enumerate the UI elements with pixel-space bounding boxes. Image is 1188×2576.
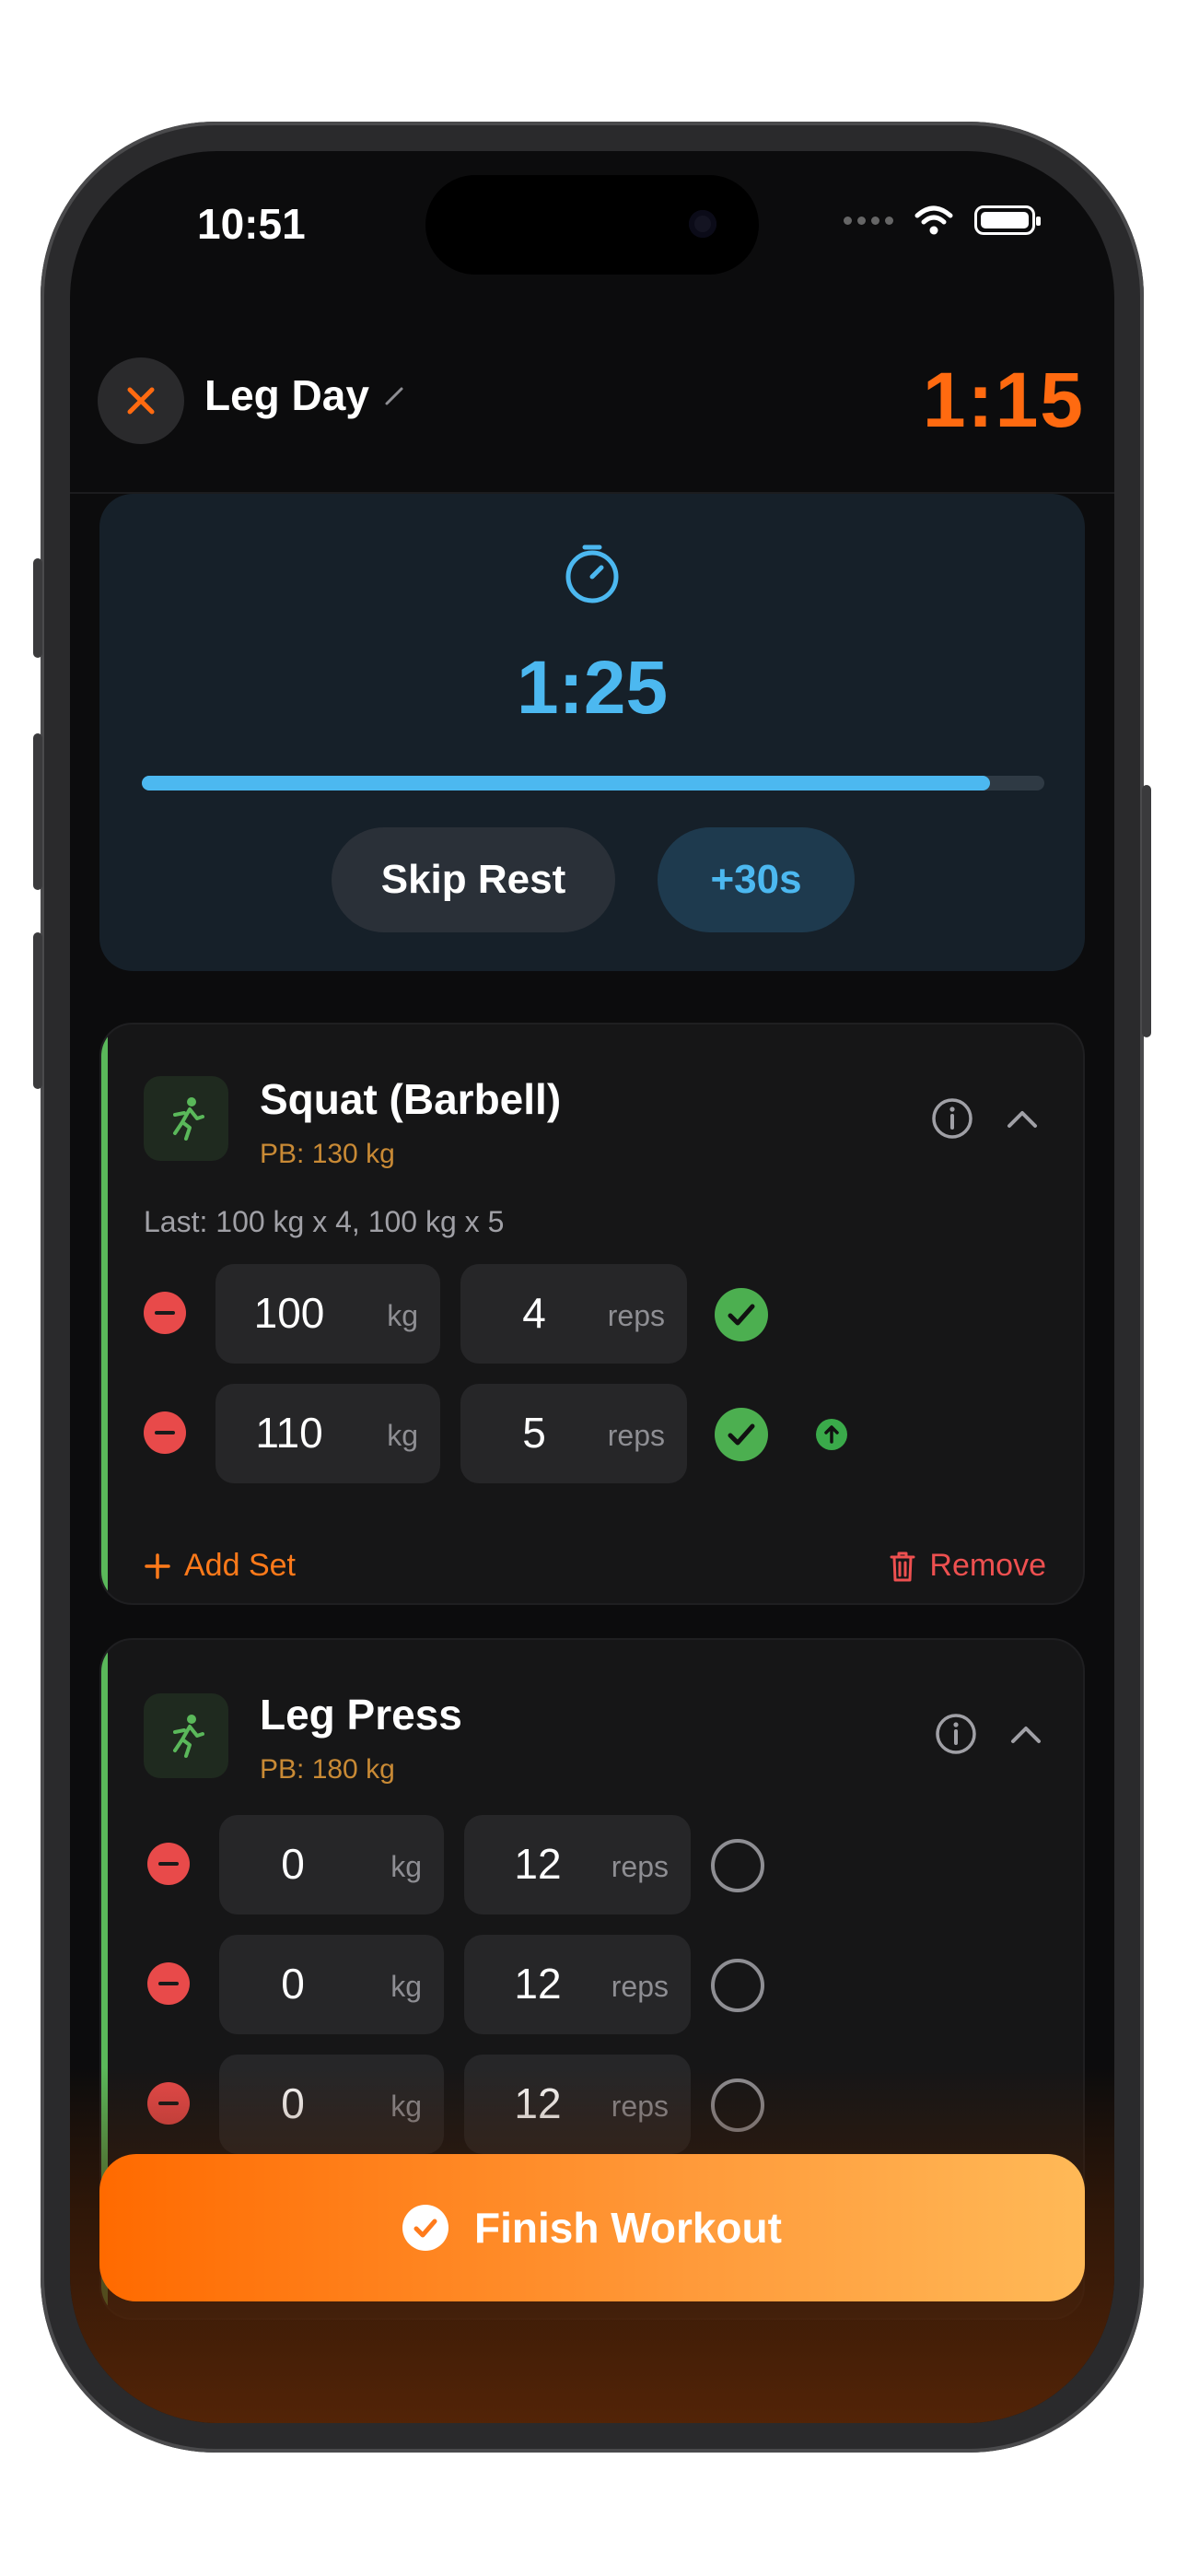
weight-input[interactable]: 110 kg [215, 1384, 440, 1483]
add-set-label: Add Set [184, 1548, 296, 1583]
action-button [33, 558, 42, 658]
set-row: 110 kg 5 reps [144, 1384, 1046, 1483]
finish-workout-label: Finish Workout [474, 2204, 782, 2252]
rest-timer-card: 1:25 Skip Rest +30s [99, 494, 1085, 971]
weight-unit: kg [387, 1419, 418, 1452]
weight-unit: kg [390, 1970, 422, 2003]
reps-input[interactable]: 4 reps [460, 1264, 687, 1364]
set-row: 0 kg 12 reps [147, 1815, 1050, 1914]
personal-record-badge [816, 1419, 847, 1450]
workout-title[interactable]: Leg Day [204, 370, 369, 420]
finish-workout-button[interactable]: Finish Workout [99, 2154, 1085, 2301]
reps-unit: reps [611, 1850, 669, 1883]
checkmark-icon [728, 1423, 755, 1446]
exercise-name: Leg Press [260, 1691, 462, 1739]
volume-up-button [33, 733, 42, 890]
skip-rest-button[interactable]: Skip Rest [332, 827, 615, 932]
chevron-up-icon[interactable] [1004, 1102, 1041, 1135]
app-screen: 10:51 Leg Day 1:15 1:25 Skip Rest +30s S… [70, 151, 1114, 2423]
plus-icon [145, 1552, 170, 1579]
add-set-button[interactable]: Add Set [144, 1548, 296, 1584]
remove-exercise-button[interactable]: Remove [889, 1548, 1046, 1584]
weight-input[interactable]: 0 kg [219, 1815, 444, 1914]
running-person-icon [173, 1715, 204, 1758]
timer-icon [565, 544, 619, 603]
close-button[interactable] [98, 357, 184, 444]
reps-input[interactable]: 12 reps [464, 1815, 691, 1914]
elapsed-timer: 1:15 [922, 357, 1085, 443]
set-complete-checkbox[interactable] [711, 1839, 764, 1892]
exercise-actions: Add Set Remove [144, 1540, 1046, 1596]
checkmark-icon [728, 1304, 755, 1326]
reps-input[interactable]: 5 reps [460, 1384, 687, 1483]
exercise-icon [144, 1693, 228, 1778]
set-row: 0 kg 12 reps [147, 1935, 1050, 2034]
reps-input[interactable]: 12 reps [464, 1935, 691, 2034]
check-circle-icon [402, 2205, 449, 2251]
weight-value: 0 [281, 1840, 305, 1888]
wifi-icon [914, 205, 953, 235]
reps-unit: reps [607, 1299, 665, 1332]
weight-input[interactable]: 0 kg [219, 1935, 444, 2034]
info-icon[interactable] [930, 1096, 974, 1141]
personal-best: PB: 180 kg [260, 1754, 395, 1785]
exercise-accent-bar [101, 1025, 108, 1603]
reps-unit: reps [607, 1419, 665, 1452]
add-30s-button[interactable]: +30s [658, 827, 855, 932]
close-icon [127, 387, 155, 415]
trash-icon [890, 1551, 915, 1581]
reps-unit: reps [611, 1970, 669, 2003]
reps-value: 12 [514, 1840, 562, 1888]
exercise-icon [144, 1076, 228, 1161]
weight-unit: kg [390, 1850, 422, 1883]
reps-value: 5 [522, 1409, 546, 1457]
weight-value: 100 [253, 1289, 325, 1337]
edit-pencil-icon[interactable] [383, 383, 407, 407]
status-icons [844, 205, 1041, 236]
rest-progress-bar [142, 776, 1044, 790]
set-complete-checkbox[interactable] [711, 1959, 764, 2012]
exercise-name: Squat (Barbell) [260, 1075, 562, 1123]
weight-input[interactable]: 100 kg [215, 1264, 440, 1364]
weight-value: 110 [255, 1409, 323, 1457]
dynamic-island [425, 175, 759, 275]
rest-countdown: 1:25 [516, 646, 669, 730]
chevron-up-icon[interactable] [1007, 1717, 1044, 1751]
reps-value: 4 [522, 1289, 546, 1337]
remove-set-button[interactable] [147, 1962, 190, 2005]
remove-set-button[interactable] [144, 1292, 186, 1334]
status-time: 10:51 [197, 200, 306, 248]
weight-value: 0 [281, 1960, 305, 2008]
remove-label: Remove [929, 1548, 1046, 1583]
battery-icon [974, 205, 1041, 235]
power-button [1142, 785, 1151, 1037]
running-person-icon [173, 1097, 204, 1141]
set-row: 100 kg 4 reps [144, 1264, 1046, 1364]
personal-best: PB: 130 kg [260, 1139, 395, 1169]
set-complete-checkbox[interactable] [715, 1408, 768, 1461]
cellular-signal-icon [844, 216, 893, 225]
info-icon[interactable] [934, 1712, 978, 1756]
last-performance: Last: 100 kg x 4, 100 kg x 5 [144, 1205, 505, 1238]
volume-down-button [33, 932, 42, 1089]
reps-value: 12 [514, 1960, 562, 2008]
remove-set-button[interactable] [144, 1411, 186, 1454]
weight-unit: kg [387, 1299, 418, 1332]
arrow-up-icon [824, 1425, 839, 1444]
set-complete-checkbox[interactable] [715, 1288, 768, 1341]
remove-set-button[interactable] [147, 1843, 190, 1885]
exercise-card-squat: Squat (Barbell) PB: 130 kg Last: 100 kg … [99, 1023, 1085, 1605]
camera-icon [689, 210, 716, 238]
